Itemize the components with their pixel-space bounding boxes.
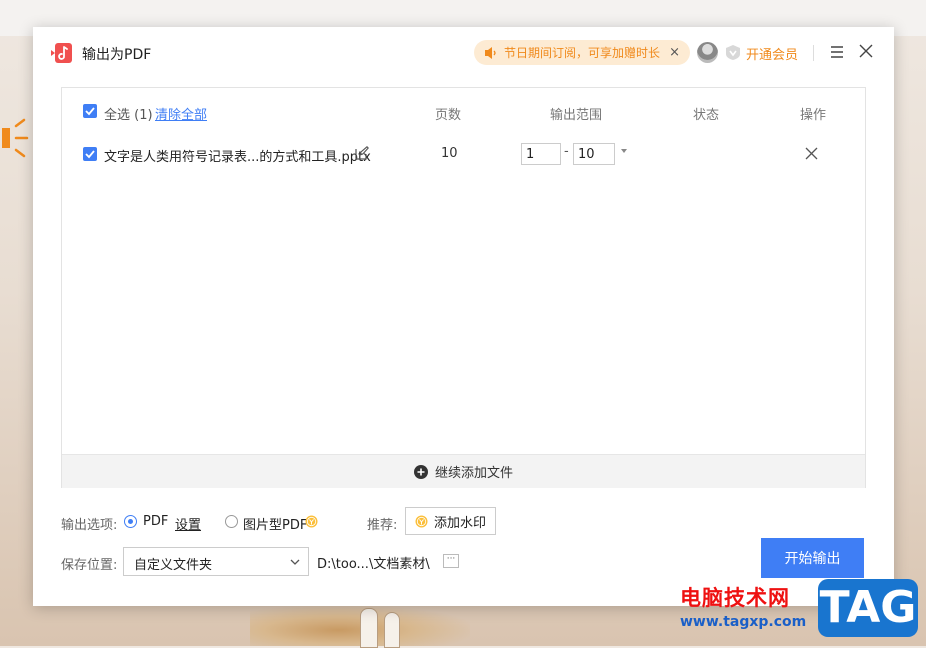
close-icon[interactable] — [859, 44, 873, 58]
promo-close-icon[interactable]: × — [669, 45, 680, 60]
coin-icon — [305, 515, 318, 528]
pdf-app-icon — [51, 43, 72, 63]
file-list-header: 全选 (1) 清除全部 页数 输出范围 状态 操作 — [62, 88, 865, 134]
column-header-action: 操作 — [800, 108, 827, 123]
page-count: 10 — [441, 146, 458, 161]
coin-icon — [415, 515, 428, 527]
file-list-panel: 全选 (1) 清除全部 页数 输出范围 状态 操作 文字是人类用符号记录表...… — [61, 87, 866, 488]
select-all-checkbox[interactable] — [83, 104, 97, 118]
add-watermark-button[interactable]: 添加水印 — [405, 507, 496, 535]
background-speaker-icon — [2, 118, 29, 158]
menu-icon[interactable] — [830, 44, 844, 60]
watermark-tag-logo: TAG — [818, 579, 918, 637]
row-checkbox[interactable] — [83, 147, 97, 161]
promo-text: 节日期间订阅，可享加赠时长 — [504, 46, 661, 60]
column-header-status: 状态 — [693, 108, 720, 123]
pdf-radio[interactable] — [124, 515, 137, 528]
site-watermark: 电脑技术网 www.tagxp.com — [680, 582, 810, 630]
file-name: 文字是人类用符号记录表...的方式和工具.pptx — [104, 150, 371, 165]
watermark-site-url: www.tagxp.com — [680, 614, 807, 630]
add-watermark-label: 添加水印 — [433, 515, 486, 531]
dropdown-caret-icon[interactable] — [620, 147, 628, 155]
checkbox-icon — [85, 107, 95, 116]
save-location-select[interactable]: 自定义文件夹 — [123, 547, 309, 576]
output-options-label: 输出选项: — [61, 518, 118, 533]
select-all-label: 全选 (1) — [104, 108, 153, 123]
settings-link[interactable]: 设置 — [175, 514, 201, 533]
image-pdf-label: 图片型PDF — [243, 518, 308, 533]
range-dash: - — [564, 144, 569, 159]
column-header-range: 输出范围 — [550, 108, 603, 123]
save-location-value: 自定义文件夹 — [134, 558, 213, 573]
recommend-label: 推荐: — [367, 518, 398, 533]
dialog-title: 输出为PDF — [82, 47, 152, 63]
plus-circle-icon — [413, 464, 428, 479]
dialog-titlebar: 输出为PDF 节日期间订阅，可享加赠时长 × 开通会员 — [33, 27, 894, 79]
watermark-site-name: 电脑技术网 — [680, 586, 790, 610]
browse-folder-button[interactable]: ··· — [443, 554, 459, 568]
range-from-input[interactable] — [521, 143, 561, 165]
background-illustration-ear — [360, 608, 378, 648]
save-location-label: 保存位置: — [61, 558, 118, 573]
background-illustration-ear — [384, 612, 400, 648]
clear-all-link[interactable]: 清除全部 — [155, 104, 207, 123]
add-more-files-button[interactable]: 继续添加文件 — [62, 454, 865, 488]
checkbox-icon — [85, 150, 95, 159]
edit-icon[interactable] — [355, 146, 369, 160]
pdf-radio-label: PDF — [143, 514, 169, 529]
add-more-files-label: 继续添加文件 — [434, 466, 513, 481]
titlebar-divider — [813, 45, 814, 61]
vip-link[interactable]: 开通会员 — [746, 44, 798, 63]
column-header-pages: 页数 — [435, 108, 462, 123]
start-export-button[interactable]: 开始输出 — [761, 538, 864, 578]
chevron-down-icon — [290, 559, 300, 565]
table-row: 文字是人类用符号记录表...的方式和工具.pptx 10 - — [62, 134, 865, 174]
promo-banner[interactable]: 节日期间订阅，可享加赠时长 × — [474, 40, 690, 65]
remove-icon[interactable] — [805, 147, 818, 160]
save-path: D:\too...\文档素材\ — [317, 557, 430, 572]
speaker-icon — [485, 46, 496, 59]
export-pdf-dialog: 输出为PDF 节日期间订阅，可享加赠时长 × 开通会员 全选 (1) 清除全部 … — [33, 27, 894, 606]
avatar[interactable] — [697, 42, 718, 63]
range-to-input[interactable] — [573, 143, 615, 165]
image-pdf-radio[interactable] — [225, 515, 238, 528]
vip-coin-icon — [726, 45, 740, 60]
